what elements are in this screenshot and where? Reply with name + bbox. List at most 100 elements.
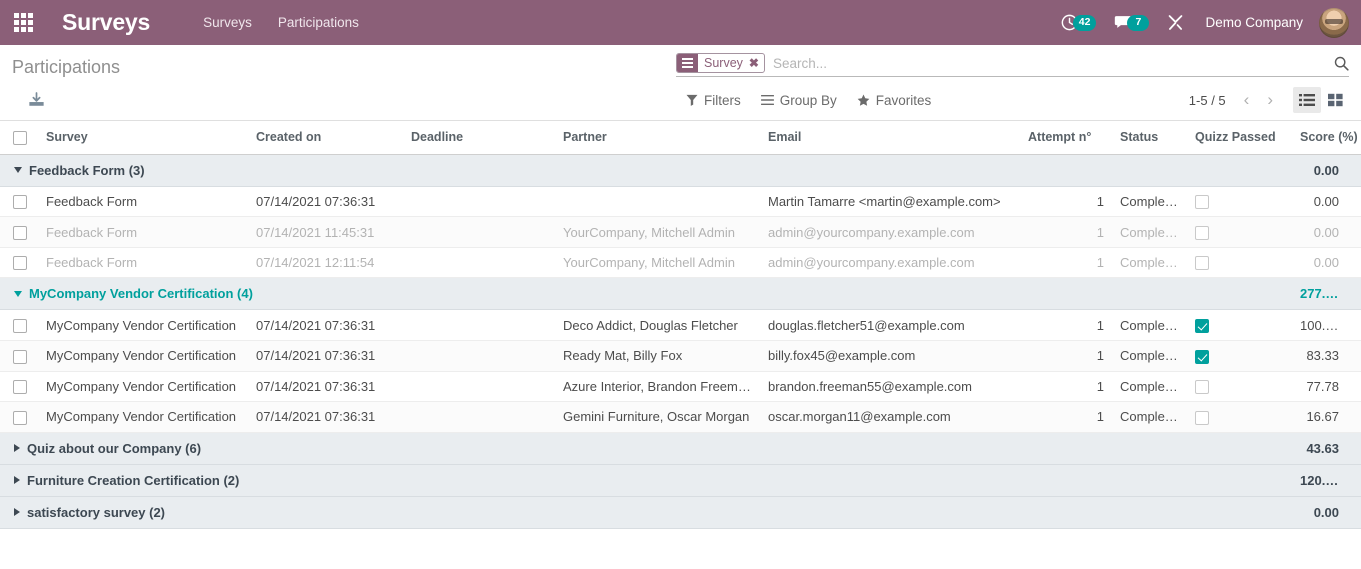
quizz-passed-checkbox[interactable] xyxy=(1195,349,1209,364)
quizz-passed-checkbox[interactable] xyxy=(1195,256,1209,271)
messaging-menu-button[interactable]: 7 xyxy=(1105,0,1158,45)
group-row[interactable]: Feedback Form (3) 0.00 xyxy=(0,154,1361,187)
cell-status: Completed xyxy=(1112,216,1187,248)
quizz-passed-checkbox[interactable] xyxy=(1195,380,1209,395)
quizz-passed-checkbox[interactable] xyxy=(1195,195,1209,210)
row-select-checkbox[interactable] xyxy=(13,195,27,210)
search-view: Survey ✖ xyxy=(676,53,1349,77)
search-input[interactable] xyxy=(772,55,1326,71)
cell-email: oscar.morgan11@example.com xyxy=(760,401,1020,433)
list-filler xyxy=(0,528,1361,557)
cell-email: Martin Tamarre <martin@example.com> xyxy=(760,186,1020,218)
group-label-text: Feedback Form (3) xyxy=(29,162,145,178)
avatar[interactable] xyxy=(1319,7,1349,38)
systray: 42 7 Demo Company xyxy=(1052,0,1361,45)
row-select-checkbox[interactable] xyxy=(13,318,27,333)
group-header-label[interactable]: MyCompany Vendor Certification (4) xyxy=(0,277,1292,311)
company-switcher[interactable]: Demo Company xyxy=(1193,0,1315,45)
activity-menu-button[interactable]: 42 xyxy=(1052,0,1106,45)
group-row[interactable]: MyCompany Vendor Certification (4) 277.78 xyxy=(0,277,1361,311)
app-brand-title[interactable]: Surveys xyxy=(62,9,150,36)
table-row[interactable]: MyCompany Vendor Certification 07/14/2021… xyxy=(0,401,1361,433)
row-select-checkbox[interactable] xyxy=(13,225,27,240)
chevron-right-icon xyxy=(14,444,20,453)
row-select-checkbox[interactable] xyxy=(13,380,27,395)
breadcrumb[interactable]: Participations xyxy=(12,55,120,79)
column-header-status[interactable]: Status xyxy=(1112,121,1187,155)
cell-partner: YourCompany, Mitchell Admin xyxy=(555,216,760,248)
select-all-checkbox[interactable] xyxy=(13,130,27,145)
messaging-counter-badge: 7 xyxy=(1127,14,1150,31)
group-aggregate-score: 120.00 xyxy=(1292,464,1361,497)
cell-status: Completed xyxy=(1112,309,1187,341)
group-header-label[interactable]: satisfactory survey (2) xyxy=(0,496,1292,529)
column-header-score[interactable]: Score (%) xyxy=(1292,121,1361,155)
close-x-icon[interactable]: ✖ xyxy=(747,54,764,72)
row-checkbox-cell[interactable] xyxy=(0,216,38,248)
debug-menu-button[interactable] xyxy=(1158,0,1193,45)
group-row[interactable]: Quiz about our Company (6) 43.63 xyxy=(0,432,1361,465)
group-header-label[interactable]: Furniture Creation Certification (2) xyxy=(0,464,1292,497)
groupby-dropdown[interactable]: Group By xyxy=(751,89,847,112)
search-magnifier-icon[interactable] xyxy=(1326,56,1349,71)
pager-value[interactable]: 1-5 / 5 xyxy=(1181,93,1234,108)
cell-quizz-passed[interactable] xyxy=(1187,309,1292,341)
group-row[interactable]: Furniture Creation Certification (2) 120.… xyxy=(0,464,1361,497)
favorites-dropdown[interactable]: Favorites xyxy=(847,89,942,112)
table-row[interactable]: MyCompany Vendor Certification 07/14/2021… xyxy=(0,371,1361,403)
row-checkbox-cell[interactable] xyxy=(0,247,38,279)
row-select-checkbox[interactable] xyxy=(13,410,27,425)
chevron-left-icon[interactable]: ‹ xyxy=(1236,90,1258,110)
cell-quizz-passed[interactable] xyxy=(1187,371,1292,403)
row-checkbox-cell[interactable] xyxy=(0,401,38,433)
quizz-passed-checkbox[interactable] xyxy=(1195,410,1209,425)
table-row[interactable]: Feedback Form 07/14/2021 12:11:54 YourComp… xyxy=(0,247,1361,279)
cell-email: admin@yourcompany.example.com xyxy=(760,216,1020,248)
row-checkbox-cell[interactable] xyxy=(0,309,38,341)
column-header-quizz-passed[interactable]: Quizz Passed xyxy=(1187,121,1292,155)
filters-dropdown[interactable]: Filters xyxy=(676,89,751,112)
cell-email: admin@yourcompany.example.com xyxy=(760,247,1020,279)
table-body: Feedback Form (3) 0.00 Feedback Form 07/14/… xyxy=(0,154,1361,529)
group-header-label[interactable]: Quiz about our Company (6) xyxy=(0,432,1292,465)
column-header-created-on[interactable]: Created on xyxy=(248,121,403,155)
column-header-survey[interactable]: Survey xyxy=(38,121,248,155)
menu-item-participations[interactable]: Participations xyxy=(265,0,372,45)
kanban-view-icon[interactable] xyxy=(1321,87,1349,113)
list-view-icon[interactable] xyxy=(1293,87,1321,113)
search-facet-survey[interactable]: Survey ✖ xyxy=(676,53,765,73)
group-header-label[interactable]: Feedback Form (3) xyxy=(0,154,1292,187)
cell-quizz-passed[interactable] xyxy=(1187,340,1292,372)
cell-attempt: 1 xyxy=(1020,186,1112,218)
row-select-checkbox[interactable] xyxy=(13,256,27,271)
select-all-checkbox-cell[interactable] xyxy=(0,121,38,155)
cell-quizz-passed[interactable] xyxy=(1187,186,1292,218)
row-checkbox-cell[interactable] xyxy=(0,186,38,218)
cell-quizz-passed[interactable] xyxy=(1187,247,1292,279)
search-facet-label: Survey xyxy=(704,56,743,70)
cell-email: douglas.fletcher51@example.com xyxy=(760,309,1020,341)
row-checkbox-cell[interactable] xyxy=(0,371,38,403)
cell-quizz-passed[interactable] xyxy=(1187,401,1292,433)
cell-deadline xyxy=(403,247,555,279)
cell-quizz-passed[interactable] xyxy=(1187,216,1292,248)
column-header-attempt[interactable]: Attempt n° xyxy=(1020,121,1112,155)
favorites-label: Favorites xyxy=(875,92,932,108)
column-header-partner[interactable]: Partner xyxy=(555,121,760,155)
group-row[interactable]: satisfactory survey (2) 0.00 xyxy=(0,496,1361,529)
apps-menu-button[interactable] xyxy=(0,0,46,45)
table-row[interactable]: MyCompany Vendor Certification 07/14/2021… xyxy=(0,309,1361,341)
menu-item-surveys[interactable]: Surveys xyxy=(190,0,265,45)
table-row[interactable]: MyCompany Vendor Certification 07/14/2021… xyxy=(0,340,1361,372)
column-header-deadline[interactable]: Deadline xyxy=(403,121,555,155)
chevron-right-icon[interactable]: › xyxy=(1259,90,1281,110)
cell-status: Completed xyxy=(1112,340,1187,372)
table-row[interactable]: Feedback Form 07/14/2021 11:45:31 YourComp… xyxy=(0,216,1361,248)
quizz-passed-checkbox[interactable] xyxy=(1195,318,1209,333)
row-select-checkbox[interactable] xyxy=(13,349,27,364)
row-checkbox-cell[interactable] xyxy=(0,340,38,372)
download-export-icon[interactable] xyxy=(24,90,49,110)
quizz-passed-checkbox[interactable] xyxy=(1195,225,1209,240)
column-header-email[interactable]: Email xyxy=(760,121,1020,155)
table-row[interactable]: Feedback Form 07/14/2021 07:36:31 Martin T… xyxy=(0,186,1361,218)
